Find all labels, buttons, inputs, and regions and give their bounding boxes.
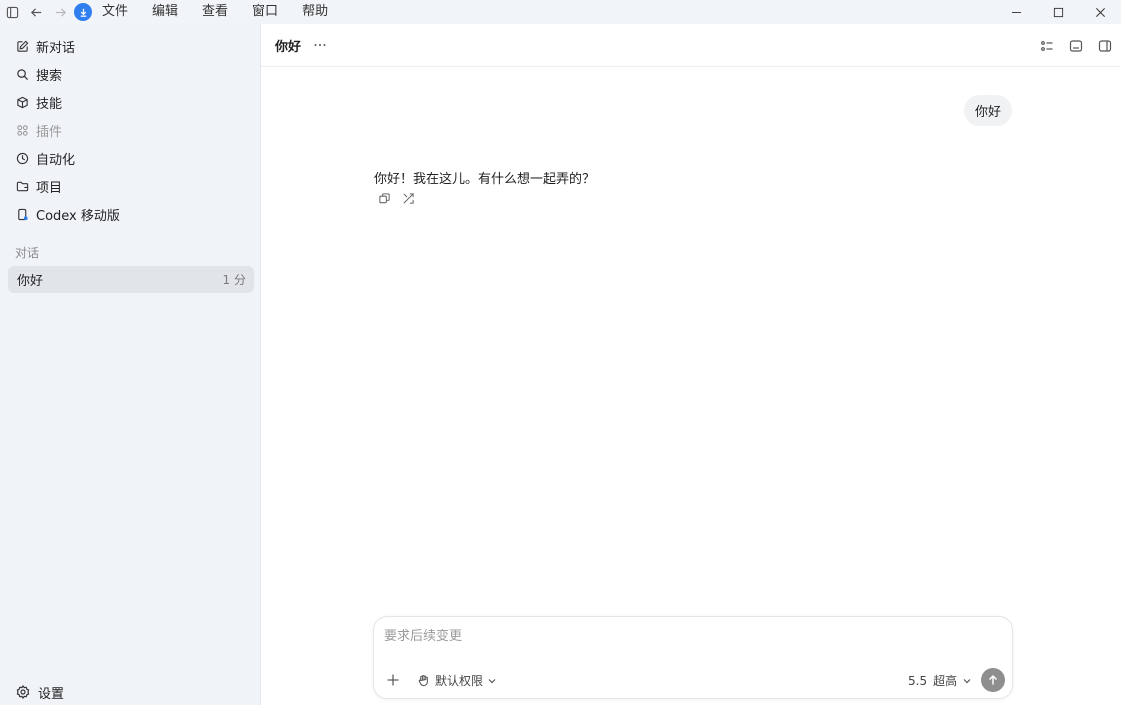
sidebar-item-label: 自动化 <box>36 152 76 168</box>
folder-icon <box>16 180 29 193</box>
permission-label: 默认权限 <box>435 674 484 688</box>
arrow-right-icon[interactable] <box>48 1 72 23</box>
model-version: 5.5 <box>908 673 928 688</box>
chevron-down-icon <box>487 676 497 686</box>
close-button[interactable] <box>1079 0 1121 24</box>
sidebar-toggle-icon[interactable] <box>0 1 24 23</box>
side-panel-icon[interactable] <box>1096 37 1113 54</box>
chevron-down-icon <box>962 676 972 686</box>
sidebar-item-plugins[interactable]: 插件 <box>8 117 254 143</box>
cube-icon <box>16 96 29 109</box>
task-list-icon[interactable] <box>1038 37 1055 54</box>
settings-button[interactable]: 设置 <box>8 679 254 705</box>
compose-icon <box>16 40 29 53</box>
title-bar: 文件 编辑 查看 窗口 帮助 <box>0 0 1121 24</box>
sidebar-item-label: 搜索 <box>36 68 63 84</box>
sidebar-item-label: 新对话 <box>36 40 76 56</box>
menu-file[interactable]: 文件 <box>100 1 130 23</box>
arrow-up-icon <box>988 674 998 685</box>
permission-selector[interactable]: 默认权限 <box>417 672 497 689</box>
settings-label: 设置 <box>38 686 65 702</box>
sidebar-item-projects[interactable]: 项目 <box>8 173 254 199</box>
user-message: 你好 <box>963 95 1012 126</box>
window-controls <box>995 0 1121 24</box>
conversation-time: 1 分 <box>222 273 246 287</box>
sidebar: 新对话 搜索 技能 插件 自动化 项目 Codex 移动版 对话 你好 1 分 … <box>0 24 261 705</box>
sidebar-item-label: Codex 移动版 <box>36 208 120 224</box>
composer-input[interactable] <box>384 629 984 644</box>
menu-window[interactable]: 窗口 <box>250 1 280 23</box>
model-selector[interactable]: 5.5 超高 <box>908 672 972 689</box>
fork-icon[interactable] <box>402 192 415 205</box>
send-button[interactable] <box>981 668 1005 692</box>
app-window: 文件 编辑 查看 窗口 帮助 新对话 搜索 技能 插件 自动化 项目 Codex… <box>0 0 1121 705</box>
gear-icon <box>16 685 30 699</box>
minimize-button[interactable] <box>995 0 1037 24</box>
maximize-button[interactable] <box>1037 0 1079 24</box>
message-actions <box>378 192 415 205</box>
clock-icon <box>16 152 29 165</box>
phone-icon <box>16 208 29 221</box>
conversation-title: 你好 <box>17 274 44 289</box>
conversation-item[interactable]: 你好 1 分 <box>8 266 254 293</box>
arrow-left-icon[interactable] <box>24 1 48 23</box>
add-attachment-icon[interactable] <box>386 673 401 688</box>
hand-icon <box>417 674 430 687</box>
sidebar-item-new-chat[interactable]: 新对话 <box>8 33 254 59</box>
menu-edit[interactable]: 编辑 <box>150 1 180 23</box>
main-panel: 你好 你好 你好！我在这儿。有什么想一起弄的？ 要求后续变更 默认权限 5.5 … <box>261 24 1121 705</box>
sidebar-item-label: 技能 <box>36 96 63 112</box>
sidebar-item-label: 项目 <box>36 180 63 196</box>
sidebar-item-mobile[interactable]: Codex 移动版 <box>8 201 254 227</box>
header-actions <box>1038 37 1113 54</box>
search-icon <box>16 68 29 81</box>
sidebar-item-search[interactable]: 搜索 <box>8 61 254 87</box>
sidebar-item-skills[interactable]: 技能 <box>8 89 254 115</box>
main-header: 你好 <box>261 24 1121 67</box>
terminal-panel-icon[interactable] <box>1067 37 1084 54</box>
sidebar-item-label: 插件 <box>36 124 63 140</box>
more-icon[interactable] <box>313 38 327 52</box>
menu-help[interactable]: 帮助 <box>300 1 330 23</box>
download-icon[interactable] <box>74 3 92 21</box>
model-level: 超高 <box>933 674 958 688</box>
conversations-section-label: 对话 <box>15 246 40 260</box>
page-title: 你好 <box>275 39 302 55</box>
composer: 默认权限 5.5 超高 <box>373 616 1013 699</box>
assistant-message: 你好！我在这儿。有什么想一起弄的？ <box>374 172 596 187</box>
grid-icon <box>16 124 29 137</box>
menu-view[interactable]: 查看 <box>200 1 230 23</box>
copy-icon[interactable] <box>378 192 391 205</box>
sidebar-item-automation[interactable]: 自动化 <box>8 145 254 171</box>
